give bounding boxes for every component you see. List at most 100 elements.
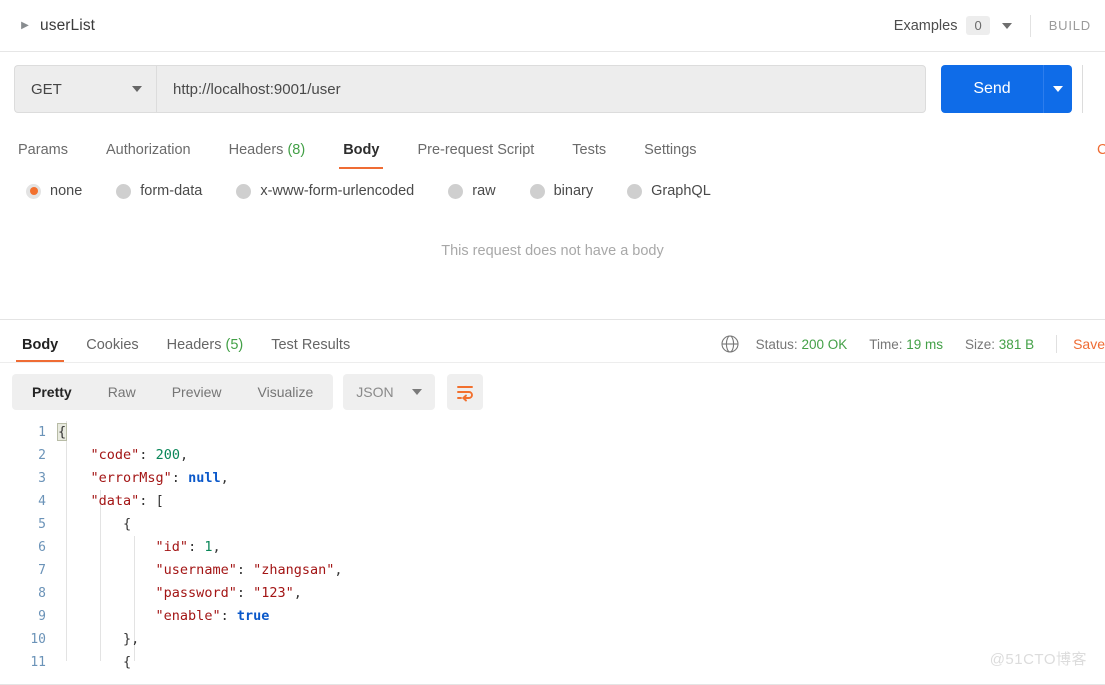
code-line-content: },	[123, 631, 140, 647]
tab-label: Cookies	[86, 337, 139, 353]
code-line: 7 "username": "zhangsan",	[0, 559, 1105, 582]
viewer-mode-raw[interactable]: Raw	[90, 374, 154, 410]
status-value: 200 OK	[801, 336, 848, 352]
send-button-group: Send	[941, 65, 1072, 113]
code-line: 10 },	[0, 628, 1105, 651]
response-meta: Status: 200 OK Time: 19 ms Size: 381 B S…	[720, 334, 1105, 362]
request-tab-authorization[interactable]: Authorization	[106, 142, 191, 169]
line-number: 10	[30, 632, 46, 647]
tab-label: Pre-request Script	[417, 142, 535, 158]
code-line-content: "enable": true	[155, 608, 270, 624]
title-bar-divider	[1029, 14, 1031, 37]
examples-count-badge: 0	[966, 16, 990, 35]
send-button[interactable]: Send	[941, 65, 1043, 113]
body-type-label: form-data	[140, 183, 203, 199]
viewer-mode-group: Pretty Raw Preview Visualize	[12, 374, 334, 410]
response-viewer-toolbar: Pretty Raw Preview Visualize JSON	[0, 363, 1105, 421]
send-options-button[interactable]	[1043, 65, 1072, 113]
radio-unselected-icon	[529, 183, 545, 199]
time-value: 19 ms	[906, 336, 944, 352]
body-type-graphql[interactable]: GraphQL	[627, 183, 711, 199]
body-type-label: raw	[472, 183, 496, 199]
request-tab-body[interactable]: Body	[339, 142, 384, 169]
build-button[interactable]: BUILD	[1049, 18, 1091, 33]
request-cookies-link[interactable]: Cookies	[1097, 142, 1105, 158]
method-chevron-down-icon	[132, 86, 142, 92]
tab-count: (5)	[225, 337, 244, 353]
time-meta: Time: 19 ms	[869, 337, 943, 352]
code-line: 6 "id": 1,	[0, 536, 1105, 559]
response-body-code[interactable]: 1{2 "code": 200, 3 "errorMsg": null, 4 "da…	[0, 421, 1105, 674]
response-tab-headers[interactable]: Headers (5)	[167, 337, 244, 362]
body-type-x-www-form-urlencoded[interactable]: x-www-form-urlencoded	[236, 183, 414, 199]
wrap-lines-icon[interactable]	[446, 374, 483, 410]
body-type-binary[interactable]: binary	[529, 183, 594, 199]
response-tab-test-results[interactable]: Test Results	[271, 337, 350, 362]
radio-unselected-icon	[448, 183, 464, 199]
size-value: 381 B	[998, 336, 1035, 352]
tab-label: Body	[22, 337, 59, 353]
triangle-right-icon[interactable]: ▶	[18, 19, 32, 33]
response-format-value: JSON	[356, 384, 394, 400]
code-line-content: "errorMsg": null,	[90, 470, 229, 486]
response-tab-body[interactable]: Body	[15, 337, 65, 362]
line-number: 9	[38, 609, 46, 624]
request-tab-pre-request-script[interactable]: Pre-request Script	[417, 142, 534, 169]
response-format-select[interactable]: JSON	[343, 374, 435, 410]
radio-selected-icon	[26, 183, 41, 199]
line-number: 2	[38, 448, 46, 463]
code-line-content: "data": [	[90, 493, 164, 509]
body-type-label: none	[50, 183, 83, 199]
code-line: 9 "enable": true	[0, 605, 1105, 628]
body-type-raw[interactable]: raw	[448, 183, 496, 199]
request-title-bar: ▶ userList Examples 0 BUILD	[0, 0, 1105, 52]
http-method-value: GET	[31, 80, 62, 98]
code-line-content: "id": 1,	[155, 539, 221, 555]
viewer-mode-pretty[interactable]: Pretty	[14, 374, 90, 410]
globe-icon	[720, 334, 740, 354]
code-line-content: "username": "zhangsan",	[155, 562, 343, 578]
body-type-none[interactable]: none	[26, 183, 82, 199]
code-line: 1{	[0, 421, 1105, 444]
body-type-label: x-www-form-urlencoded	[260, 183, 415, 199]
send-chevron-down-icon	[1053, 86, 1063, 92]
url-input[interactable]: http://localhost:9001/user	[156, 65, 926, 113]
tab-label: Settings	[644, 142, 697, 158]
viewer-mode-preview[interactable]: Preview	[154, 374, 240, 410]
save-response-link[interactable]: Save	[1073, 336, 1105, 352]
code-line: 4 "data": [	[0, 490, 1105, 513]
body-type-form-data[interactable]: form-data	[116, 183, 202, 199]
code-line: 5 {	[0, 513, 1105, 536]
line-number: 6	[38, 540, 46, 555]
tab-label: Headers	[166, 337, 222, 353]
status-label: Status:	[755, 336, 798, 352]
tab-label: Body	[343, 142, 380, 158]
code-line: 2 "code": 200,	[0, 444, 1105, 467]
request-tab-headers[interactable]: Headers (8)	[229, 142, 306, 169]
tab-label: Headers	[228, 142, 284, 158]
line-number: 4	[38, 494, 46, 509]
status-meta: Status: 200 OK	[756, 337, 848, 352]
request-tab-params[interactable]: Params	[18, 142, 68, 169]
tab-count: (8)	[287, 142, 306, 158]
radio-unselected-icon	[116, 183, 132, 199]
watermark: @51CTO博客	[989, 651, 1087, 668]
tab-label: Params	[18, 142, 68, 158]
request-tab-tests[interactable]: Tests	[572, 142, 606, 169]
size-meta: Size: 381 B	[965, 337, 1034, 352]
code-line-content: "code": 200,	[90, 447, 189, 463]
code-line-content: {	[56, 423, 68, 441]
code-line: 8 "password": "123",	[0, 582, 1105, 605]
body-type-label: binary	[553, 183, 594, 199]
format-chevron-down-icon	[411, 389, 422, 395]
response-tab-cookies[interactable]: Cookies	[86, 337, 138, 362]
http-method-select[interactable]: GET	[14, 65, 156, 113]
viewer-mode-visualize[interactable]: Visualize	[240, 374, 332, 410]
body-type-label: GraphQL	[651, 183, 711, 199]
request-tab-settings[interactable]: Settings	[644, 142, 696, 169]
request-name: userList	[40, 16, 96, 34]
examples-chevron-down-icon[interactable]	[1001, 22, 1012, 29]
size-label: Size:	[965, 336, 996, 352]
line-number: 8	[38, 586, 46, 601]
body-type-radio-group: none form-data x-www-form-urlencoded raw bin…	[0, 169, 1105, 213]
